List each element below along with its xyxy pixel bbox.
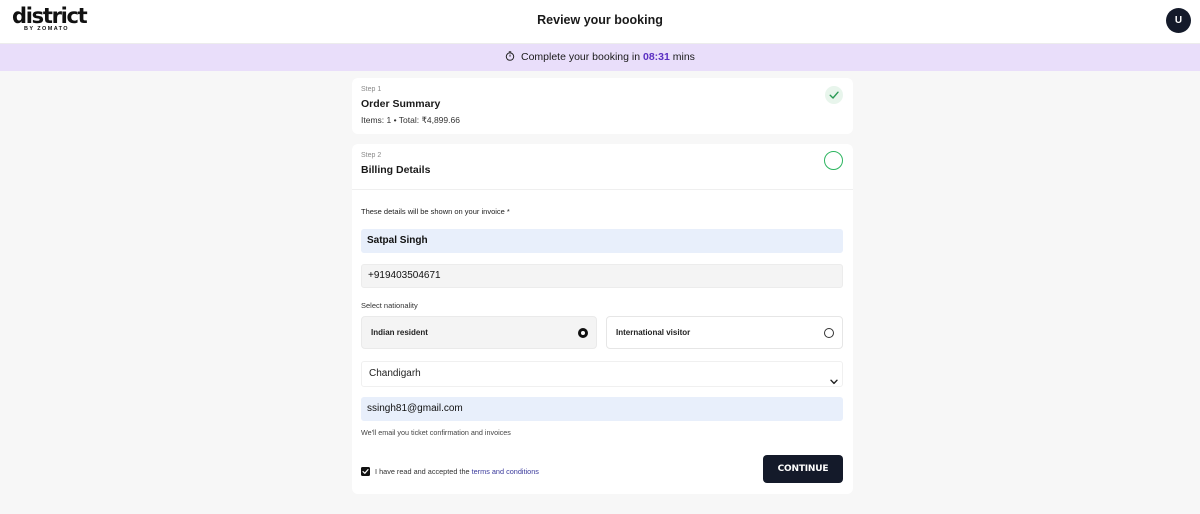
radio-selected-icon[interactable]	[578, 328, 588, 338]
user-avatar[interactable]: U	[1166, 8, 1191, 33]
state-select[interactable]: Chandigarh	[361, 361, 843, 387]
step-2-label: Step 2	[361, 152, 382, 159]
top-header: district BY ZOMATO Review your booking U	[0, 0, 1200, 44]
name-field[interactable]: Satpal Singh	[361, 229, 843, 253]
terms-text: I have read and accepted the	[375, 467, 470, 476]
checkmark-icon	[825, 86, 843, 104]
option-label: Indian resident	[371, 328, 428, 337]
terms-checkbox[interactable]	[361, 467, 370, 476]
banner-suffix: mins	[672, 51, 695, 63]
radio-unselected-icon[interactable]	[824, 328, 834, 338]
step-pending-circle-icon	[824, 151, 843, 170]
email-hint: We'll email you ticket confirmation and …	[361, 428, 511, 437]
section-divider	[352, 189, 853, 190]
billing-details-card: Step 2 Billing Details These details wil…	[352, 144, 853, 494]
order-summary-title: Order Summary	[361, 98, 441, 110]
nationality-option-indian-resident[interactable]: Indian resident	[361, 316, 597, 349]
continue-button[interactable]: CONTINUE	[763, 455, 843, 483]
option-label: International visitor	[616, 328, 691, 337]
terms-agreement: I have read and accepted the terms and c…	[361, 467, 539, 476]
booking-timer-banner: Complete your booking in 08:31 mins	[0, 44, 1200, 71]
banner-prefix: Complete your booking in	[520, 51, 641, 63]
terms-link[interactable]: terms and conditions	[472, 467, 539, 476]
email-field[interactable]: ssingh81@gmail.com	[361, 397, 843, 421]
order-summary-card[interactable]: Step 1 Order Summary Items: 1 • Total: ₹…	[352, 78, 853, 134]
chevron-down-icon	[830, 371, 838, 395]
order-items-total: Items: 1 • Total: ₹4,899.66	[361, 115, 460, 125]
page-title: Review your booking	[537, 13, 663, 27]
phone-field[interactable]: +919403504671	[361, 264, 843, 288]
invoice-note: These details will be shown on your invo…	[361, 207, 510, 216]
nationality-option-international-visitor[interactable]: International visitor	[606, 316, 843, 349]
timer-icon	[505, 45, 515, 61]
state-select-value: Chandigarh	[369, 368, 421, 379]
step-1-label: Step 1	[361, 86, 382, 93]
billing-details-title: Billing Details	[361, 164, 431, 176]
countdown-time: 08:31	[642, 51, 670, 63]
nationality-label: Select nationality	[361, 301, 418, 310]
